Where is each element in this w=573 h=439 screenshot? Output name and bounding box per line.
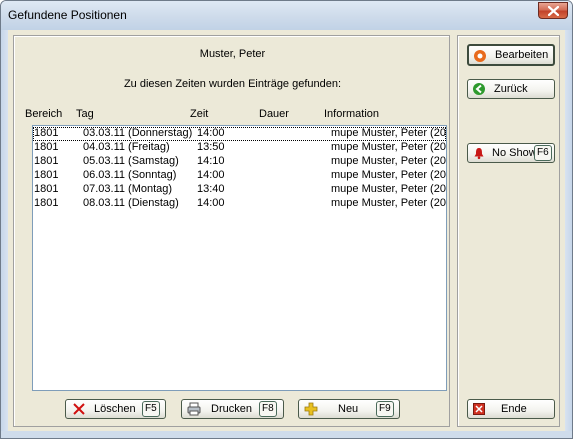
end-button[interactable]: Ende [467, 399, 555, 419]
noshow-button-label: No Show [492, 147, 537, 159]
client-area: Muster, Peter Zu diesen Zeiten wurden Ei… [8, 30, 565, 431]
back-button[interactable]: Zurück [467, 79, 555, 99]
delete-button[interactable]: Löschen F5 [65, 399, 166, 419]
window-title: Gefundene Positionen [8, 8, 127, 22]
exit-icon [473, 403, 485, 415]
column-header-bereich[interactable]: Bereich [25, 108, 62, 120]
cell-zeit: 13:50 [197, 141, 225, 153]
back-button-label: Zurück [494, 83, 528, 95]
results-list[interactable]: 1801 03.03.11 (Donnerstag) 14:00 mupe Mu… [32, 125, 447, 391]
results-info-text: Zu diesen Zeiten wurden Einträge gefunde… [123, 78, 342, 90]
cell-bereich: 1801 [34, 197, 59, 209]
actions-panel: Bearbeiten Zurück No Show F6 Ende [457, 35, 560, 427]
close-button[interactable] [538, 2, 568, 19]
printer-icon [187, 402, 201, 416]
cell-information: mupe Muster, Peter (20. [331, 141, 446, 153]
red-bell-icon [474, 148, 484, 160]
cell-tag: 08.03.11 (Dienstag) [83, 197, 179, 209]
table-row[interactable]: 1801 08.03.11 (Dienstag) 14:00 mupe Must… [33, 197, 446, 211]
cell-information: mupe Muster, Peter (20. [331, 127, 446, 139]
cell-bereich: 1801 [34, 127, 59, 139]
end-button-label: Ende [501, 403, 527, 415]
column-header-dauer[interactable]: Dauer [259, 108, 289, 120]
table-row[interactable]: 1801 07.03.11 (Montag) 13:40 mupe Muster… [33, 183, 446, 197]
cell-tag: 05.03.11 (Samstag) [83, 155, 179, 167]
window-frame-left [1, 30, 8, 438]
cell-bereich: 1801 [34, 183, 59, 195]
delete-shortcut-badge: F5 [142, 401, 160, 417]
column-header-zeit[interactable]: Zeit [190, 108, 208, 120]
noshow-button[interactable]: No Show F6 [467, 143, 555, 163]
title-bar[interactable]: Gefundene Positionen [1, 1, 572, 30]
new-button-label: Neu [338, 403, 359, 415]
window-frame-right [565, 30, 572, 438]
edit-button[interactable]: Bearbeiten [467, 44, 555, 66]
cell-tag: 03.03.11 (Donnerstag) [83, 127, 193, 139]
cell-zeit: 14:00 [197, 197, 225, 209]
noshow-shortcut-badge: F6 [534, 145, 552, 161]
cell-tag: 07.03.11 (Montag) [83, 183, 173, 195]
cell-zeit: 14:00 [197, 127, 225, 139]
table-row[interactable]: 1801 05.03.11 (Samstag) 14:10 mupe Muste… [33, 155, 446, 169]
close-icon [548, 6, 559, 16]
plus-icon [304, 402, 318, 416]
cell-zeit: 14:00 [197, 169, 225, 181]
cell-tag: 06.03.11 (Sonntag) [83, 169, 177, 181]
column-header-information[interactable]: Information [324, 108, 379, 120]
cell-tag: 04.03.11 (Freitag) [83, 141, 170, 153]
delete-button-label: Löschen [94, 403, 136, 415]
cell-information: mupe Muster, Peter (20. [331, 197, 446, 209]
print-shortcut-badge: F8 [259, 401, 277, 417]
cell-bereich: 1801 [34, 141, 59, 153]
cell-zeit: 14:10 [197, 155, 225, 167]
cell-bereich: 1801 [34, 169, 59, 181]
cell-information: mupe Muster, Peter (20. [331, 169, 446, 181]
window-frame-bottom [1, 431, 572, 438]
edit-button-label: Bearbeiten [495, 49, 549, 61]
new-button[interactable]: Neu F9 [298, 399, 400, 419]
table-row[interactable]: 1801 06.03.11 (Sonntag) 14:00 mupe Muste… [33, 169, 446, 183]
back-arrow-icon [473, 83, 485, 95]
cell-information: mupe Muster, Peter (20. [331, 183, 446, 195]
print-button-label: Drucken [211, 403, 252, 415]
dialog-window: Gefundene Positionen Muster, Peter Zu di… [0, 0, 573, 439]
edit-icon [474, 50, 486, 62]
column-header-tag[interactable]: Tag [76, 108, 94, 120]
results-panel: Muster, Peter Zu diesen Zeiten wurden Ei… [13, 35, 450, 427]
person-name: Muster, Peter [199, 48, 266, 60]
red-x-icon [73, 403, 85, 415]
table-row[interactable]: 1801 03.03.11 (Donnerstag) 14:00 mupe Mu… [33, 127, 446, 141]
table-row[interactable]: 1801 04.03.11 (Freitag) 13:50 mupe Muste… [33, 141, 446, 155]
cell-bereich: 1801 [34, 155, 59, 167]
new-shortcut-badge: F9 [376, 401, 394, 417]
cell-zeit: 13:40 [197, 183, 225, 195]
cell-information: mupe Muster, Peter (20. [331, 155, 446, 167]
print-button[interactable]: Drucken F8 [181, 399, 284, 419]
